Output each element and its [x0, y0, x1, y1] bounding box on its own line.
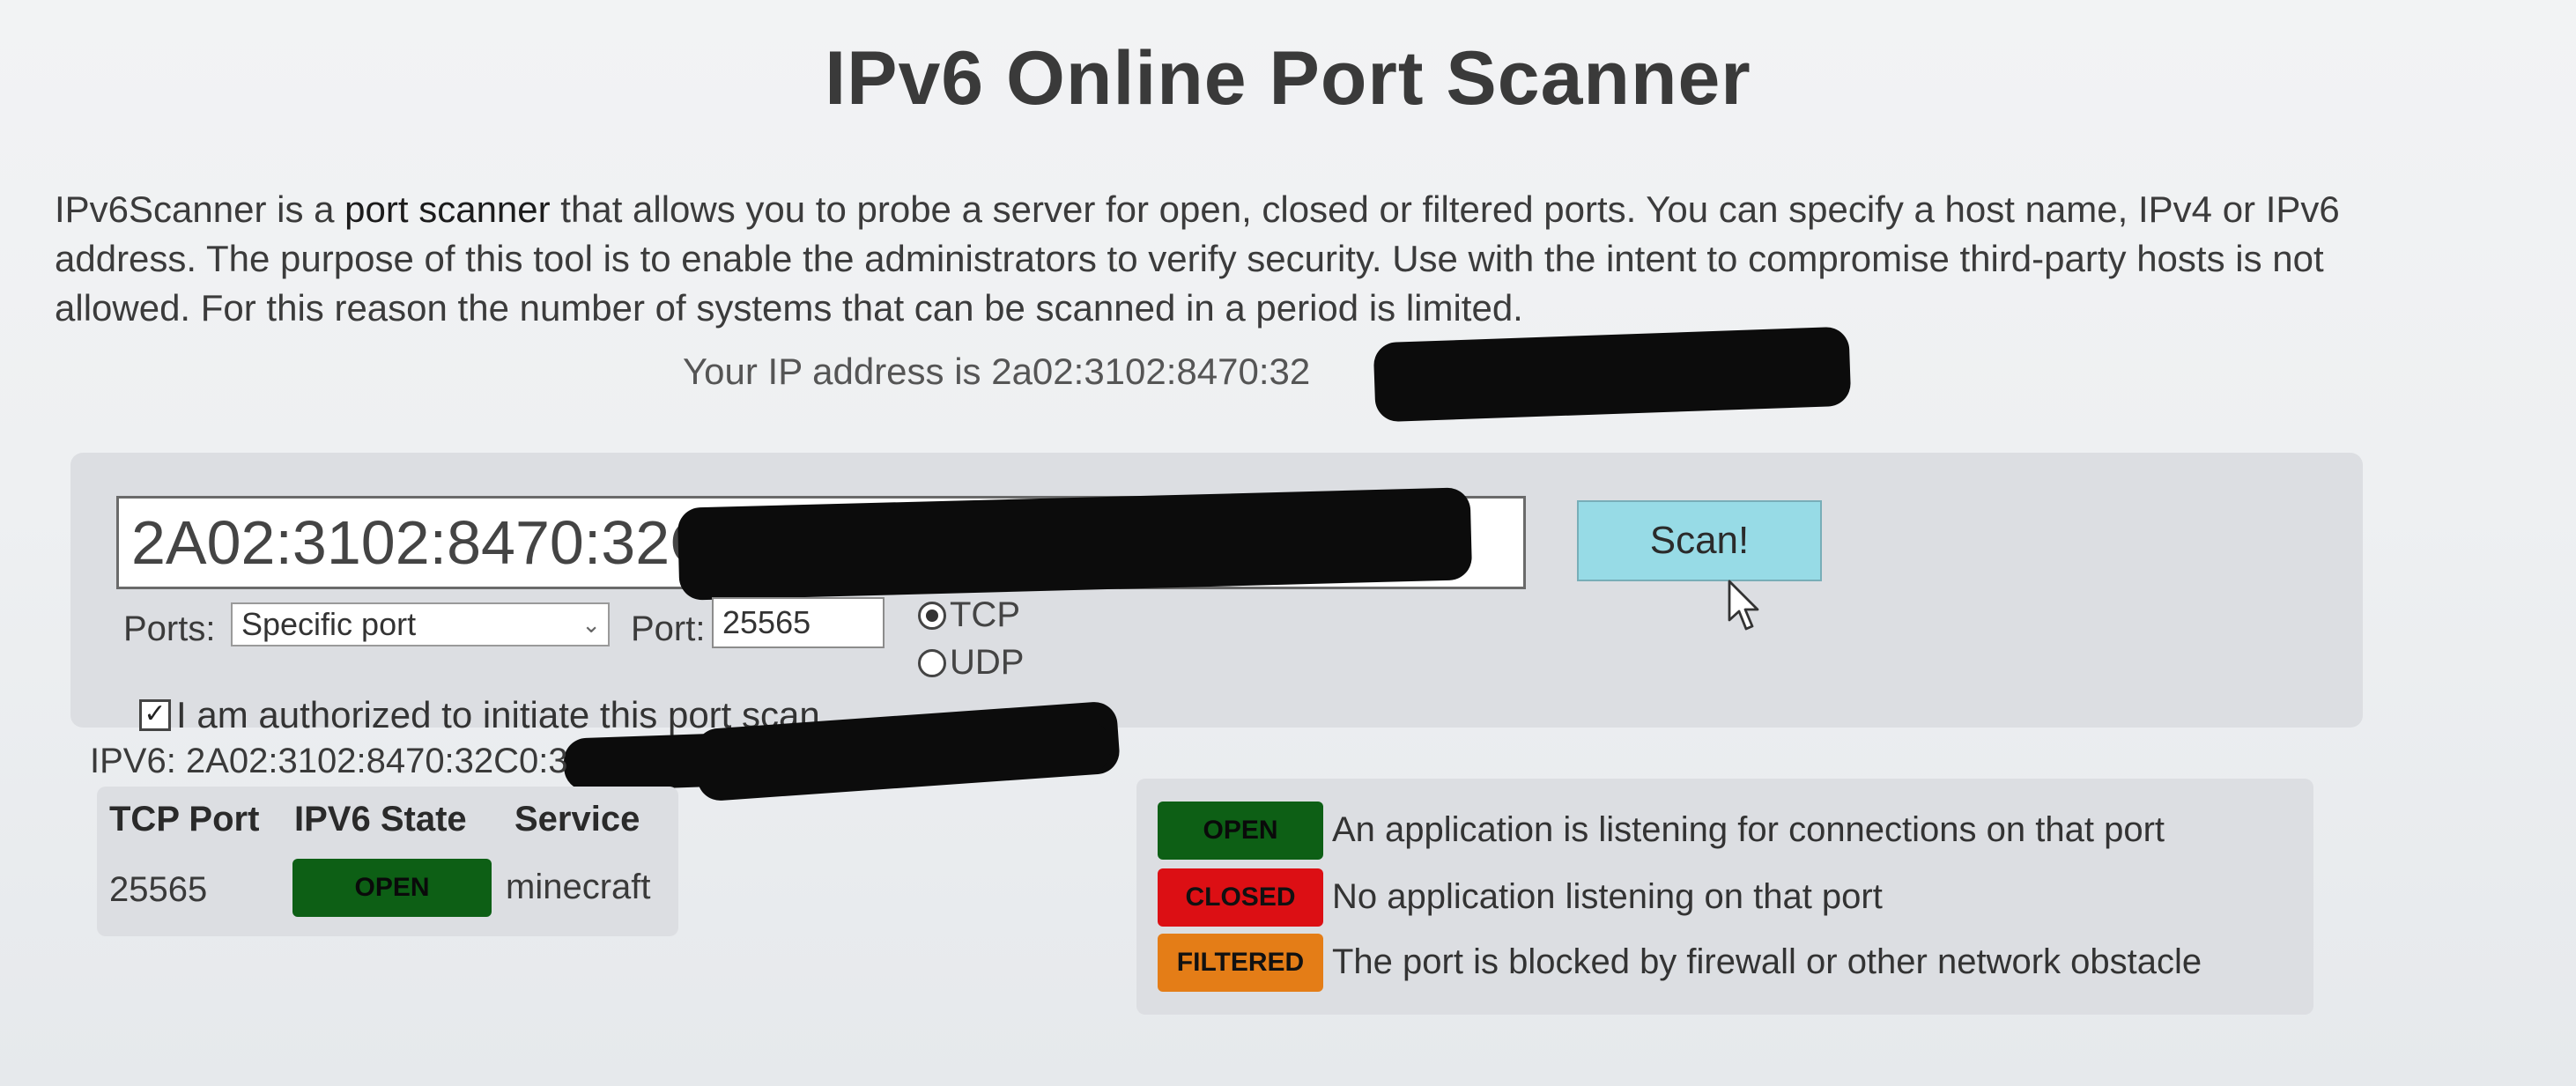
legend-badge-closed: CLOSED [1158, 868, 1323, 927]
port-scanner-link[interactable]: port scanner [344, 188, 550, 230]
your-ip-address: Your IP address is 2a02:3102:8470:32 [683, 351, 1311, 392]
radio-tcp[interactable]: TCP [918, 595, 1020, 635]
col-header-service: Service [514, 800, 640, 839]
col-header-ipv6-state: IPV6 State [294, 800, 467, 839]
legend-text-closed: No application listening on that port [1332, 877, 1883, 916]
port-input[interactable] [712, 597, 885, 648]
ports-label: Ports: [123, 609, 216, 648]
legend-text-open: An application is listening for connecti… [1332, 810, 2165, 849]
chevron-down-icon: ⌄ [581, 611, 601, 638]
col-header-tcp-port: TCP Port [109, 800, 260, 839]
mouse-cursor-icon [1728, 580, 1759, 631]
row-state-badge: OPEN [292, 859, 492, 917]
row-port: 25565 [109, 870, 208, 909]
row-service: minecraft [506, 868, 651, 906]
ports-select[interactable]: Specific port ⌄ [231, 602, 610, 646]
legend-badge-open: OPEN [1158, 802, 1323, 860]
intro-paragraph: IPv6Scanner is a port scanner that allow… [55, 185, 2398, 333]
intro-text-start: IPv6Scanner is a [55, 188, 345, 230]
scan-button[interactable]: Scan! [1577, 500, 1822, 581]
radio-udp-label: UDP [950, 643, 1025, 682]
legend-text-filtered: The port is blocked by firewall or other… [1332, 942, 2202, 981]
radio-udp-button[interactable] [918, 648, 946, 677]
ipv6-address-line: IPV6: 2A02:3102:8470:32C0:3 [90, 742, 568, 780]
redaction-mark [1373, 326, 1852, 423]
radio-tcp-button[interactable] [918, 601, 946, 630]
radio-udp[interactable]: UDP [918, 643, 1024, 683]
ports-selected-value: Specific port [241, 606, 417, 642]
legend-badge-filtered: FILTERED [1158, 934, 1323, 992]
checkmark-icon[interactable]: ✓ [139, 699, 171, 731]
page-title: IPv6 Online Port Scanner [825, 36, 1751, 121]
radio-tcp-label: TCP [950, 595, 1020, 634]
port-scanner-page: IPv6 Online Port Scanner IPv6Scanner is … [0, 0, 2576, 1086]
port-label: Port: [631, 609, 706, 648]
